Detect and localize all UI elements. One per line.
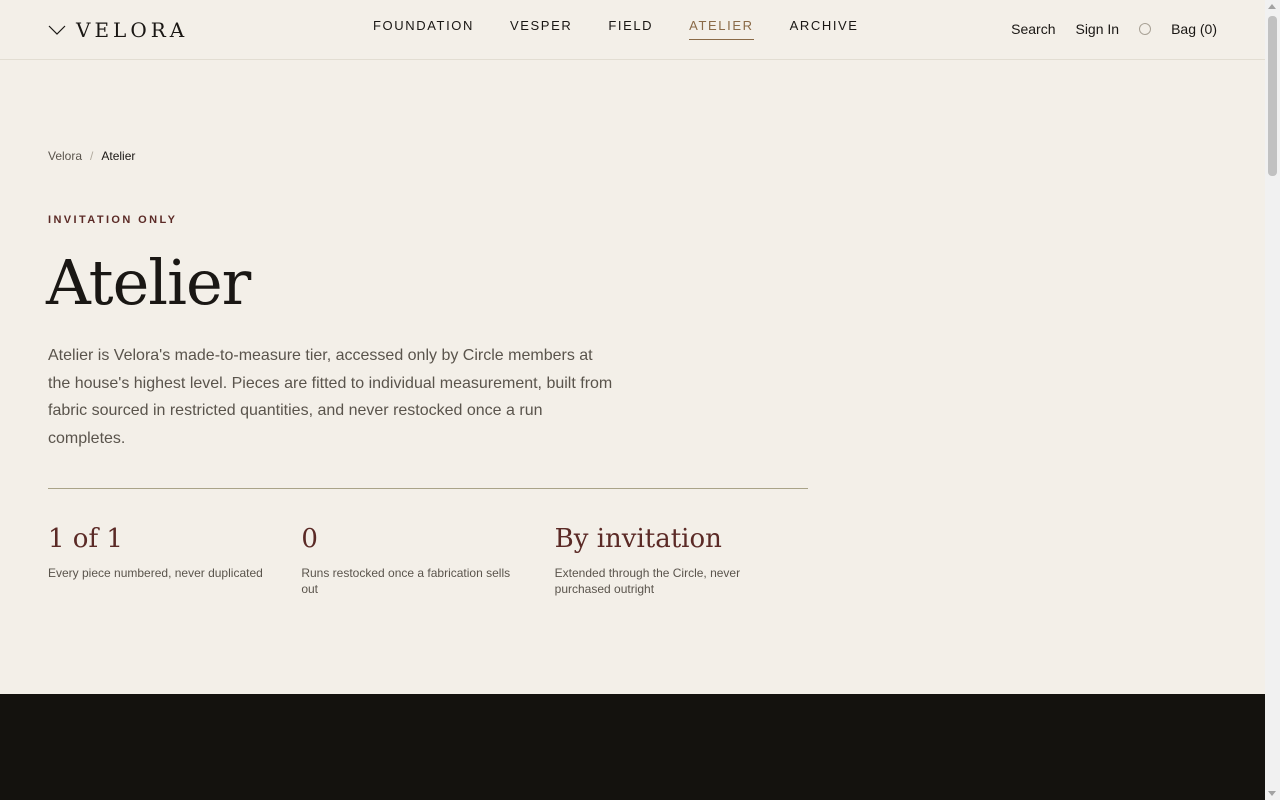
stat-value: 1 of 1 bbox=[48, 524, 123, 554]
scrollbar-thumb[interactable] bbox=[1268, 16, 1277, 176]
intro-paragraph: Atelier is Velora's made-to-measure tier… bbox=[48, 347, 613, 447]
brand-name: VELORA bbox=[76, 18, 189, 42]
breadcrumb: Velora / Atelier bbox=[48, 149, 135, 163]
stat-caption: Every piece numbered, never duplicated bbox=[48, 566, 263, 580]
stat-value: 0 bbox=[301, 524, 318, 554]
brand-logo-link[interactable]: VELORA bbox=[48, 17, 188, 43]
page-title: Atelier bbox=[46, 246, 251, 319]
account-circle-icon[interactable] bbox=[1139, 23, 1152, 35]
breadcrumb-current: Atelier bbox=[101, 149, 136, 163]
breadcrumb-separator: / bbox=[90, 149, 94, 163]
scroll-down-arrow-icon[interactable] bbox=[1268, 791, 1276, 796]
stat-item: 0 Runs restocked once a fabrication sell… bbox=[301, 521, 554, 597]
nav-item-vesper[interactable]: VESPER bbox=[510, 18, 572, 40]
stat-item: 1 of 1 Every piece numbered, never dupli… bbox=[48, 521, 301, 597]
stat-caption: Extended through the Circle, never purch… bbox=[554, 566, 741, 596]
page-scrollbar[interactable] bbox=[1265, 0, 1280, 800]
page: VELORA FOUNDATION VESPER FIELD ATELIER A… bbox=[0, 0, 1265, 800]
section-divider bbox=[48, 488, 808, 489]
breadcrumb-root-link[interactable]: Velora bbox=[48, 149, 82, 163]
stat-value: By invitation bbox=[554, 524, 722, 554]
stats-row: 1 of 1 Every piece numbered, never dupli… bbox=[48, 521, 808, 597]
stat-item: By invitation Extended through the Circl… bbox=[555, 521, 808, 597]
dark-section bbox=[0, 694, 1265, 800]
stat-caption: Runs restocked once a fabrication sells … bbox=[301, 566, 511, 596]
nav-item-atelier[interactable]: ATELIER bbox=[689, 18, 754, 40]
nav-item-foundation[interactable]: FOUNDATION bbox=[373, 18, 474, 40]
nav-item-archive[interactable]: ARCHIVE bbox=[790, 18, 859, 40]
search-link[interactable]: Search bbox=[1011, 21, 1055, 37]
eyebrow-label: INVITATION ONLY bbox=[48, 214, 178, 226]
site-header: VELORA FOUNDATION VESPER FIELD ATELIER A… bbox=[0, 0, 1265, 60]
scroll-up-arrow-icon[interactable] bbox=[1268, 4, 1276, 9]
sign-in-link[interactable]: Sign In bbox=[1075, 21, 1119, 37]
nav-item-field[interactable]: FIELD bbox=[608, 18, 653, 40]
bag-link[interactable]: Bag (0) bbox=[1171, 21, 1217, 37]
header-actions: Search Sign In Bag (0) bbox=[1011, 21, 1217, 37]
main-nav: FOUNDATION VESPER FIELD ATELIER ARCHIVE bbox=[373, 18, 859, 40]
chevron-down-icon bbox=[48, 25, 66, 35]
